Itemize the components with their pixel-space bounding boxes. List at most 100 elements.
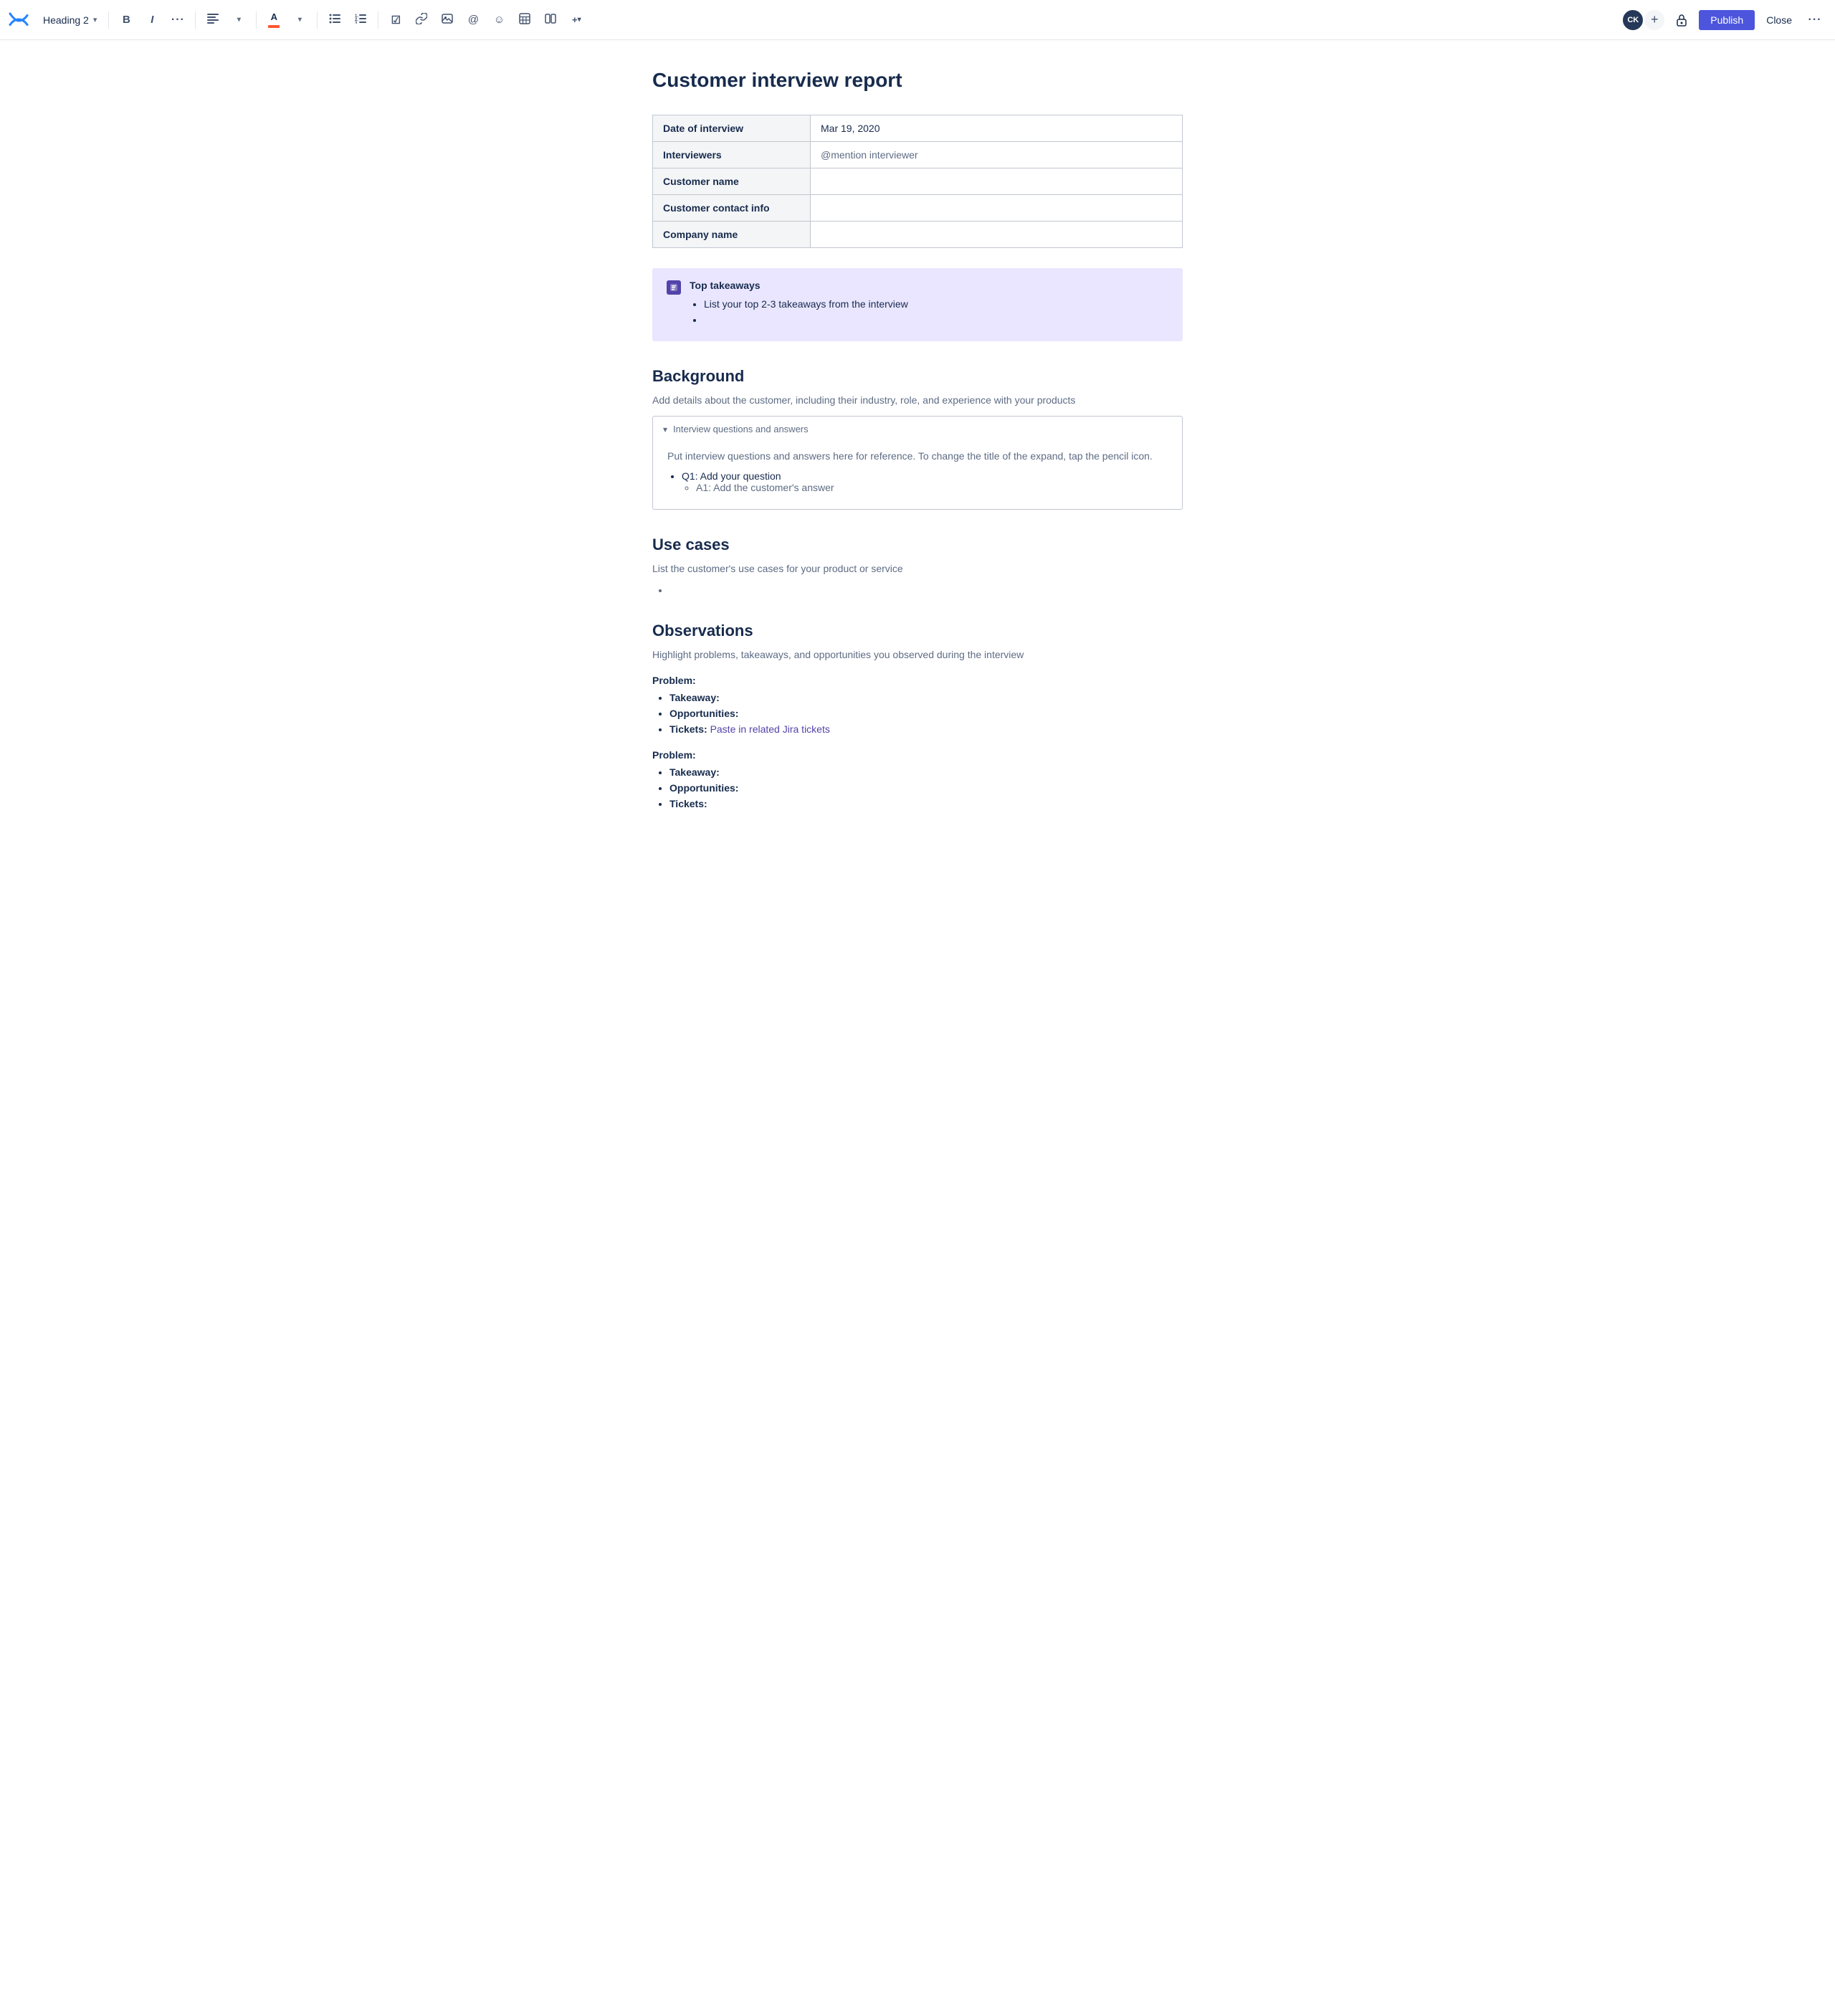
list-item[interactable]: A1: Add the customer's answer [696, 482, 1168, 493]
table-cell-value[interactable]: @mention interviewer [811, 142, 1183, 168]
list-item[interactable]: List your top 2-3 takeaways from the int… [704, 298, 1168, 310]
table-cell-value[interactable] [811, 168, 1183, 195]
problem-2-label: Problem: [652, 749, 1183, 761]
lock-icon [1674, 13, 1689, 27]
confluence-logo[interactable] [9, 10, 29, 30]
use-cases-heading: Use cases [652, 536, 1183, 554]
toolbar: Heading 2 B I ··· A 1.2. [0, 0, 1835, 40]
bullet-list-button[interactable] [323, 9, 346, 32]
more-options-icon: ··· [1808, 14, 1822, 27]
task-button[interactable]: ☑ [384, 9, 407, 32]
list-item[interactable]: Tickets: Paste in related Jira tickets [669, 723, 1183, 735]
more-formatting-icon: ··· [171, 14, 185, 27]
more-formatting-button[interactable]: ··· [166, 9, 189, 32]
text-color-chevron-button[interactable] [288, 9, 311, 32]
svg-text:3.: 3. [355, 22, 358, 24]
table-row: Interviewers @mention interviewer [653, 142, 1183, 168]
use-cases-list [669, 584, 1183, 596]
toolbar-right: CK + Publish Close ··· [1621, 9, 1826, 32]
table-row: Customer contact info [653, 195, 1183, 222]
divider-4 [317, 11, 318, 29]
avatar: CK [1621, 9, 1644, 32]
bold-button[interactable]: B [115, 9, 138, 32]
expand-title: Interview questions and answers [673, 424, 809, 434]
callout-box: Top takeaways List your top 2-3 takeaway… [652, 268, 1183, 341]
callout-title: Top takeaways [690, 280, 1168, 291]
layout-button[interactable] [539, 9, 562, 32]
table-cell-label: Interviewers [653, 142, 811, 168]
observations-heading: Observations [652, 622, 1183, 640]
callout-content: Top takeaways List your top 2-3 takeaway… [690, 280, 1168, 330]
numbered-list-button[interactable]: 1.2.3. [349, 9, 372, 32]
table-cell-label: Customer name [653, 168, 811, 195]
color-swatch-indicator [268, 25, 280, 28]
heading-selector-label: Heading 2 [43, 14, 89, 26]
observations-list-2: Takeaway: Opportunities: Tickets: [669, 766, 1183, 809]
layout-icon [545, 13, 556, 27]
table-cell-value[interactable] [811, 222, 1183, 248]
numbered-list-icon: 1.2.3. [355, 14, 366, 27]
list-item[interactable] [704, 314, 1168, 325]
task-icon: ☑ [391, 14, 401, 27]
observations-list-1: Takeaway: Opportunities: Tickets: Paste … [669, 692, 1183, 735]
expand-body: Put interview questions and answers here… [653, 442, 1182, 509]
problem-1-label: Problem: [652, 675, 1183, 686]
background-heading: Background [652, 367, 1183, 386]
emoji-icon: ☺ [494, 14, 505, 26]
list-item[interactable]: Takeaway: [669, 766, 1183, 778]
page-title[interactable]: Customer interview report [652, 69, 1183, 92]
table-cell-label: Company name [653, 222, 811, 248]
align-chevron-button[interactable] [227, 9, 250, 32]
callout-icon [667, 280, 681, 295]
text-color-chevron-icon [298, 16, 302, 24]
list-item[interactable] [669, 584, 1183, 596]
heading-selector[interactable]: Heading 2 [37, 11, 103, 29]
table-row: Date of interview Mar 19, 2020 [653, 115, 1183, 142]
background-subtext: Add details about the customer, includin… [652, 394, 1183, 406]
expand-header[interactable]: Interview questions and answers [653, 417, 1182, 442]
more-options-button[interactable]: ··· [1803, 9, 1826, 32]
text-color-label-icon: A [271, 11, 277, 22]
align-button[interactable] [201, 9, 224, 32]
image-button[interactable] [436, 9, 459, 32]
divider-1 [108, 11, 109, 29]
list-item[interactable]: Opportunities: [669, 708, 1183, 719]
editor-area: Customer interview report Date of interv… [609, 40, 1226, 874]
table-cell-label: Customer contact info [653, 195, 811, 222]
link-icon [416, 13, 427, 27]
table-row: Customer name [653, 168, 1183, 195]
publish-button[interactable]: Publish [1699, 10, 1755, 30]
mention-button[interactable]: @ [462, 9, 485, 32]
expand-chevron-icon [663, 424, 667, 434]
use-cases-subtext: List the customer's use cases for your p… [652, 563, 1183, 574]
expand-body-text: Put interview questions and answers here… [667, 450, 1168, 462]
table-cell-label: Date of interview [653, 115, 811, 142]
avatar-group: CK + [1621, 9, 1664, 32]
align-chevron-icon [237, 16, 241, 24]
lock-icon-wrapper [1670, 9, 1693, 32]
callout-list: List your top 2-3 takeaways from the int… [704, 298, 1168, 325]
list-item[interactable]: Q1: Add your question A1: Add the custom… [682, 470, 1168, 493]
list-item[interactable]: Opportunities: [669, 782, 1183, 794]
table-button[interactable] [513, 9, 536, 32]
table-icon [519, 13, 530, 27]
expand-list: Q1: Add your question A1: Add the custom… [682, 470, 1168, 493]
emoji-button[interactable]: ☺ [487, 9, 510, 32]
mention-icon: @ [468, 14, 479, 26]
divider-3 [256, 11, 257, 29]
observations-subtext: Highlight problems, takeaways, and oppor… [652, 649, 1183, 660]
expand-sublist: A1: Add the customer's answer [696, 482, 1168, 493]
list-item[interactable]: Tickets: [669, 798, 1183, 809]
close-button[interactable]: Close [1760, 10, 1798, 30]
table-row: Company name [653, 222, 1183, 248]
italic-button[interactable]: I [140, 9, 163, 32]
align-icon [207, 14, 219, 27]
more-insert-button[interactable]: + [565, 9, 588, 32]
text-color-button[interactable]: A [262, 8, 285, 32]
image-icon [442, 13, 453, 27]
add-collaborator-button[interactable]: + [1644, 10, 1664, 30]
list-item[interactable]: Takeaway: [669, 692, 1183, 703]
table-cell-value[interactable] [811, 195, 1183, 222]
link-button[interactable] [410, 9, 433, 32]
table-cell-value[interactable]: Mar 19, 2020 [811, 115, 1183, 142]
